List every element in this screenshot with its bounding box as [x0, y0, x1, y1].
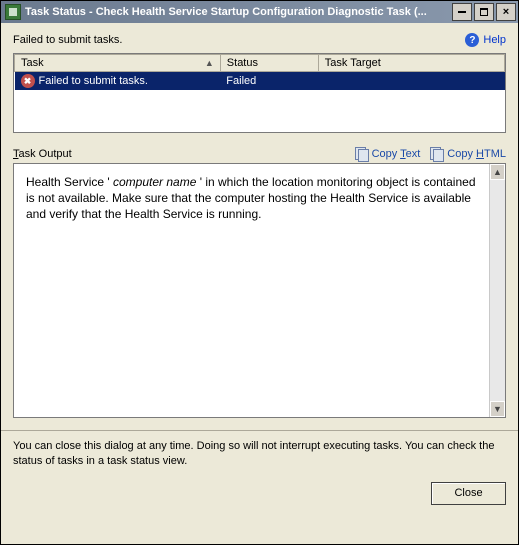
help-label: Help: [483, 34, 506, 46]
col-target[interactable]: Task Target: [318, 55, 504, 72]
cell-task: Failed to submit tasks.: [39, 75, 148, 87]
output-scrollbar[interactable]: ▲ ▼: [489, 164, 505, 417]
close-window-button[interactable]: ×: [496, 3, 516, 21]
title-bar[interactable]: Task Status - Check Health Service Start…: [1, 1, 518, 23]
sort-asc-icon: ▲: [205, 58, 214, 68]
task-output-label: Task Output: [13, 148, 72, 160]
help-link[interactable]: ? Help: [465, 33, 506, 47]
col-target-label: Task Target: [325, 57, 381, 69]
divider: [1, 430, 518, 431]
scroll-up-icon[interactable]: ▲: [490, 164, 505, 180]
copy-icon: [355, 147, 369, 161]
col-task[interactable]: Task ▲: [15, 55, 221, 72]
error-icon: ✖: [21, 74, 35, 88]
col-task-label: Task: [21, 57, 44, 69]
minimize-button[interactable]: [452, 3, 472, 21]
app-icon: [5, 4, 21, 20]
footer-text: You can close this dialog at any time. D…: [13, 439, 506, 470]
maximize-button[interactable]: [474, 3, 494, 21]
client-area: Failed to submit tasks. ? Help Task ▲ Sta…: [1, 23, 518, 544]
scroll-down-icon[interactable]: ▼: [490, 401, 505, 417]
col-status[interactable]: Status: [220, 55, 318, 72]
copy-icon: [430, 147, 444, 161]
cell-target: [318, 72, 504, 91]
computer-name-placeholder: computer name: [113, 175, 196, 189]
scroll-track[interactable]: [490, 180, 505, 401]
task-output-box: Health Service ' computer name ' in whic…: [13, 163, 506, 418]
help-icon: ?: [465, 33, 479, 47]
close-button[interactable]: Close: [431, 482, 506, 505]
table-row[interactable]: ✖ Failed to submit tasks. Failed: [15, 72, 505, 91]
task-output-text[interactable]: Health Service ' computer name ' in whic…: [14, 164, 489, 417]
window-title: Task Status - Check Health Service Start…: [25, 6, 452, 18]
col-status-label: Status: [227, 57, 258, 69]
status-message: Failed to submit tasks.: [13, 34, 122, 46]
task-table[interactable]: Task▲ Status Task Target ✖Failed to subm: [13, 53, 506, 133]
copy-html-link[interactable]: Copy HTML: [430, 147, 506, 161]
copy-text-link[interactable]: Copy Text: [355, 147, 421, 161]
dialog-window: Task Status - Check Health Service Start…: [0, 0, 519, 545]
cell-status: Failed: [220, 72, 318, 91]
